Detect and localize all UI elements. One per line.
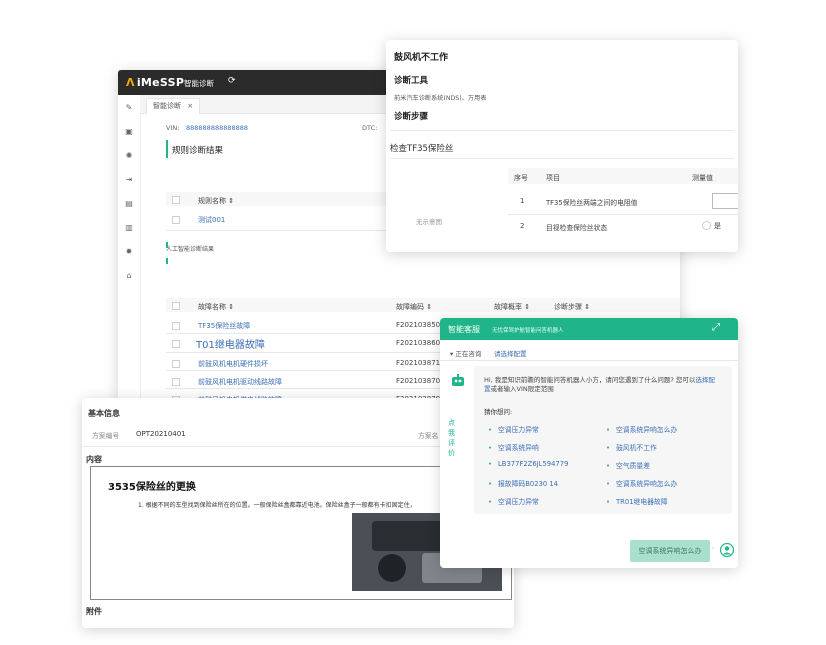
fault-probability-header[interactable]: 故障概率 ⇕ [494, 302, 530, 312]
rule-section-title: 规则诊断结果 [172, 146, 224, 156]
plan-no-label: 方案编号 [92, 432, 120, 440]
logo-mark-icon: Λ [126, 76, 135, 89]
app-logo: ΛiMeSSP [126, 76, 185, 89]
dtc-label: DTC: [362, 124, 378, 132]
article-text: 1. 根据不同的车型找到保险丝所在的位置。一般保险丝盒都靠近电池。保险丝盒子一般… [138, 502, 416, 509]
suggested-question[interactable]: 空调系统异响怎么办 [606, 478, 677, 488]
fault-row-checkbox[interactable] [172, 322, 180, 330]
rule-row-name[interactable]: 测试001 [198, 215, 225, 225]
chevron-right-icon: › [712, 545, 715, 552]
suggested-question[interactable]: 报故障码B0230 14 [488, 478, 558, 488]
fault-row-code: F2021038500 [396, 321, 445, 329]
tab-intelligent-diagnosis[interactable]: 智能诊断 × [146, 98, 201, 114]
fault-header-checkbox[interactable] [172, 302, 180, 310]
rule-name-header[interactable]: 规则名称 ⇕ [198, 196, 234, 206]
step-item: TF35保险丝两端之间的电阻值 [546, 199, 638, 207]
divider [390, 130, 734, 131]
vin-label: VIN: [166, 124, 180, 132]
plan-no-value: OPT20210401 [136, 430, 186, 438]
divider [390, 158, 734, 159]
yes-label: 是 [714, 222, 721, 230]
col-value: 测量值 [692, 174, 713, 182]
diagnosis-detail-card: 鼓风机不工作 诊断工具 前米汽车诊断系统(NDS)、万用表 诊断步骤 检查TF3… [386, 40, 738, 252]
fault-row-code: F2021038703 [396, 377, 445, 385]
suggested-question[interactable]: 鼓风机不工作 [606, 442, 657, 452]
user-avatar-icon [719, 542, 735, 558]
suggested-question[interactable]: 空调系统异响怎么办 [606, 424, 677, 434]
col-item: 项目 [546, 174, 560, 182]
wrench-icon[interactable]: ✎ [124, 103, 134, 113]
tools-title: 诊断工具 [394, 76, 429, 86]
chat-message: Hi, 我是知识前瞻的智能问答机器人小方，请问您遇到了什么问题? 您可以选择配置… [474, 366, 732, 514]
col-index: 序号 [514, 174, 528, 182]
fault-code-header[interactable]: 故障编码 ⇕ [396, 302, 432, 312]
chat-title: 智能客服 [448, 325, 480, 334]
chat-subtitle: 无忧保驾护航智能问答机器人 [492, 328, 564, 334]
export-icon[interactable]: ⇥ [124, 175, 134, 185]
content-label: 内容 [86, 455, 102, 464]
suggested-question[interactable]: 空调压力异常 [488, 424, 539, 434]
guess-label: 猜你想问: [484, 408, 513, 416]
user-message-bubble[interactable]: 空调系统异响怎么办 [630, 540, 710, 562]
robot-glyph [452, 374, 464, 386]
no-image-text: 无示意图 [416, 218, 442, 226]
greeting-text: Hi, 我是知识前瞻的智能问答机器人小方，请问您遇到了什么问题? 您可以选择配置… [484, 376, 715, 393]
settings-icon[interactable]: ✹ [124, 247, 134, 257]
lock-icon[interactable]: ⌂ [124, 271, 134, 281]
fault-row-code: F2021038710 [396, 359, 445, 367]
rate-us-label[interactable]: 点我评价 [448, 418, 456, 458]
fault-row-name[interactable]: T01继电器故障 [196, 336, 265, 351]
diagnosis-steps-header[interactable]: 诊断步骤 ⇕ [554, 302, 590, 312]
tools-text: 前米汽车诊断系统(NDS)、万用表 [394, 95, 487, 102]
divider [166, 230, 386, 231]
gear-icon[interactable]: ✺ [124, 151, 134, 161]
attachment-label: 附件 [86, 607, 102, 616]
refresh-icon[interactable]: ⟳ [228, 76, 236, 86]
suggested-question[interactable]: 空气质量差 [606, 460, 650, 470]
fault-name-header[interactable]: 故障名称 ⇕ [198, 302, 234, 312]
step-item: 目视检查保险丝状态 [546, 224, 608, 232]
calendar-icon[interactable]: ▤ [124, 199, 134, 209]
suggested-question[interactable]: TR01继电器故障 [606, 496, 668, 506]
close-icon[interactable]: × [187, 102, 193, 110]
robot-icon [450, 374, 466, 388]
article-title: 3535保险丝的更换 [108, 482, 196, 493]
basic-info-title: 基本信息 [88, 409, 120, 418]
fault-row-checkbox[interactable] [172, 360, 180, 368]
fault-row-name[interactable]: 前鼓风机电机驱动线路故障 [198, 377, 282, 387]
suggested-question[interactable]: LB377F2Z6JL594779 [488, 460, 568, 468]
measurement-input[interactable] [712, 193, 738, 209]
check-title: 检查TF35保险丝 [390, 144, 454, 154]
step-index: 2 [520, 222, 525, 230]
status-row: ▾ 正在咨询 [450, 350, 482, 358]
chat-widget: 智能客服 无忧保驾护航智能问答机器人 ⤢ ▾ 正在咨询 请选择配置 点我评价 H… [440, 318, 738, 568]
expand-icon[interactable]: ⤢ [712, 322, 720, 333]
fault-row-name[interactable]: 前鼓风机电机硬件损坏 [198, 359, 268, 369]
divider [440, 360, 738, 361]
document-icon[interactable]: ▥ [124, 223, 134, 233]
vin-value: 888888888888888 [186, 124, 249, 132]
rule-row-checkbox[interactable] [172, 216, 180, 224]
fault-row-checkbox[interactable] [172, 340, 180, 348]
section-accent [166, 140, 168, 158]
section-accent [166, 258, 168, 264]
card-title: 鼓风机不工作 [394, 53, 449, 63]
fault-row-checkbox[interactable] [172, 378, 180, 386]
rule-header-checkbox[interactable] [172, 196, 180, 204]
suggested-question[interactable]: 空调系统异响 [488, 442, 539, 452]
steps-title: 诊断步骤 [394, 112, 429, 122]
fault-row-name[interactable]: TF35保险丝故障 [198, 321, 250, 331]
suggested-question[interactable]: 空调压力异常 [488, 496, 539, 506]
user-avatar-glyph [719, 542, 735, 558]
app-title: 智能诊断 [184, 79, 214, 88]
plan-name-label: 方案名 [418, 432, 439, 440]
step-index: 1 [520, 197, 525, 205]
divider [508, 214, 738, 215]
select-config-link[interactable]: 请选择配置 [494, 348, 527, 358]
fault-row-code: F2021038600 [396, 339, 445, 347]
yes-radio[interactable] [702, 221, 711, 230]
manual-section-title: 人工智能诊断结果 [166, 246, 215, 253]
layers-icon[interactable]: ▣ [124, 127, 134, 137]
chat-header: 智能客服 无忧保驾护航智能问答机器人 ⤢ [440, 318, 738, 340]
